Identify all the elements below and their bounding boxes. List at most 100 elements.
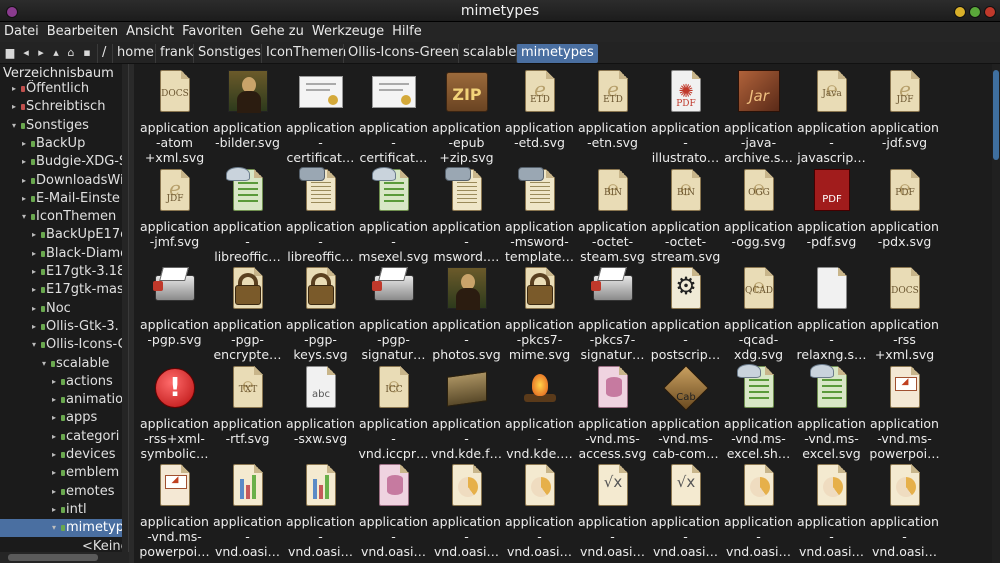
tree-item[interactable]: ▸ devices <box>0 446 128 464</box>
menu-item-ansicht[interactable]: Ansicht <box>122 22 178 39</box>
file-item[interactable]: application - vnd.oasi… <box>211 458 284 559</box>
tree-item[interactable]: ▸ animatio <box>0 391 128 409</box>
file-item[interactable]: ✺ PDF application - illustrato… <box>649 64 722 165</box>
expander-open-icon[interactable]: ▾ <box>22 212 30 221</box>
breadcrumb-item[interactable]: frank <box>155 44 198 63</box>
file-item[interactable]: application - photos.svg <box>430 261 503 362</box>
file-item[interactable]: Cab application -vnd.ms- cab-com… <box>649 360 722 461</box>
file-item[interactable]: e JDF application -jdf.svg <box>868 64 941 162</box>
expander-closed-icon[interactable]: ▸ <box>22 139 30 148</box>
file-item[interactable]: ℮ QCAD application -qcad- xdg.svg <box>722 261 795 362</box>
breadcrumb-item[interactable]: Ollis-Icons-Green <box>343 44 463 63</box>
file-item[interactable]: application - libreoffic… <box>211 163 284 264</box>
file-item[interactable]: ℮ PDF application -pdx.svg <box>868 163 941 261</box>
tree-item[interactable]: ▾ scalable <box>0 355 128 373</box>
file-item[interactable]: PDF application -pdf.svg <box>795 163 868 261</box>
expander-closed-icon[interactable]: ▸ <box>52 468 60 477</box>
file-item[interactable]: application -pgp.svg <box>138 261 211 359</box>
expander-open-icon[interactable]: ▾ <box>42 359 50 368</box>
breadcrumb-item[interactable]: scalable <box>458 44 520 63</box>
folder-icon[interactable]: ▆ <box>3 46 17 60</box>
directory-tree[interactable]: Verzeichnisbaum ▸ Öffentlich ▸ Schreibtisch… <box>0 64 129 563</box>
file-item[interactable]: √x application - vnd.oasi… <box>576 458 649 559</box>
file-item[interactable]: application -vnd.ms- access.svg <box>576 360 649 461</box>
file-item[interactable]: application -pkcs7- mime.svg <box>503 261 576 362</box>
menu-item-hilfe[interactable]: Hilfe <box>388 22 426 39</box>
tree-item[interactable]: ▸ emblem <box>0 464 128 482</box>
tree-item[interactable]: ▸ actions <box>0 373 128 391</box>
expander-closed-icon[interactable]: ▸ <box>22 157 30 166</box>
expander-closed-icon[interactable]: ▸ <box>22 194 30 203</box>
minimize-button[interactable] <box>954 6 966 18</box>
menu-item-werkzeuge[interactable]: Werkzeuge <box>308 22 388 39</box>
tree-scrollbar[interactable] <box>122 64 128 554</box>
file-item[interactable]: application - vnd.oasi… <box>430 458 503 559</box>
file-item[interactable]: application -msword- template… <box>503 163 576 264</box>
tree-item[interactable]: ▸ Budgie-XDG-S <box>0 153 128 171</box>
file-item[interactable]: application -pgp- encrypte… <box>211 261 284 362</box>
breadcrumb-item[interactable]: home <box>112 44 158 63</box>
tree-item[interactable]: ▸ intl <box>0 501 128 519</box>
file-item[interactable]: application -vnd.ms- excel.sh… <box>722 360 795 461</box>
expander-closed-icon[interactable]: ▸ <box>12 102 20 111</box>
file-item[interactable]: ! application -rss+xml- symbolic… <box>138 360 211 461</box>
file-item[interactable]: application - vnd.oasi… <box>503 458 576 559</box>
file-item[interactable]: ℮ BIN application -octet- steam.svg <box>576 163 649 264</box>
tree-item[interactable]: ▸ Öffentlich <box>0 80 128 98</box>
file-item[interactable]: e ETD application -etn.svg <box>576 64 649 162</box>
file-item[interactable]: e JDF application -jmf.svg <box>138 163 211 261</box>
file-item[interactable]: ⚙ application - postscrip… <box>649 261 722 362</box>
menu-item-datei[interactable]: Datei <box>0 22 43 39</box>
expander-open-icon[interactable]: ▾ <box>52 523 60 532</box>
expander-open-icon[interactable]: ▾ <box>32 340 40 349</box>
tree-item[interactable]: ▸ E17gtk-mas <box>0 281 128 299</box>
breadcrumb-item[interactable]: IconThemen <box>261 44 350 63</box>
file-item[interactable]: application - msexel.svg <box>357 163 430 264</box>
file-item[interactable]: application - certificat… <box>284 64 357 165</box>
expander-closed-icon[interactable]: ▸ <box>32 304 40 313</box>
tree-item[interactable]: ▸ apps <box>0 409 128 427</box>
edit-path-icon[interactable]: ▪ <box>80 46 94 60</box>
file-item[interactable]: abc application -sxw.svg <box>284 360 357 458</box>
tree-item[interactable]: ▸ BackUpE17c <box>0 226 128 244</box>
file-item[interactable]: √x application - vnd.oasi… <box>649 458 722 559</box>
tree-item[interactable]: ▸ Schreibtisch <box>0 98 128 116</box>
expander-closed-icon[interactable]: ▸ <box>12 84 20 93</box>
expander-closed-icon[interactable]: ▸ <box>32 249 40 258</box>
file-item[interactable]: application -pgp- keys.svg <box>284 261 357 362</box>
expander-closed-icon[interactable]: ▸ <box>52 432 60 441</box>
maximize-button[interactable] <box>969 6 981 18</box>
title-bar[interactable]: mimetypes <box>0 0 1000 22</box>
tree-item[interactable]: ▸ emotes <box>0 483 128 501</box>
file-item[interactable]: application - vnd.oasi… <box>722 458 795 559</box>
close-button[interactable] <box>984 6 996 18</box>
file-item[interactable]: ℮ BIN application -octet- stream.svg <box>649 163 722 264</box>
breadcrumb-item[interactable]: mimetypes <box>516 44 598 63</box>
file-item[interactable]: application - vnd.oasi… <box>795 458 868 559</box>
file-view-scrollbar[interactable] <box>992 64 1000 563</box>
file-item[interactable]: Jar application -java- archive.s… <box>722 64 795 165</box>
expander-closed-icon[interactable]: ▸ <box>52 377 60 386</box>
file-item[interactable]: application - certificat… <box>357 64 430 165</box>
file-item[interactable]: ◢ application -vnd.ms- powerpoi… <box>138 458 211 559</box>
scroll-thumb[interactable] <box>8 554 98 561</box>
tree-item[interactable]: ▸ DownloadsWi <box>0 172 128 190</box>
file-item[interactable]: ℮ TXT application -rtf.svg <box>211 360 284 458</box>
tree-item[interactable]: ▸ E-Mail-Einste <box>0 190 128 208</box>
expander-open-icon[interactable]: ▾ <box>12 121 20 130</box>
tree-item[interactable]: ▸ Ollis-Gtk-3. <box>0 318 128 336</box>
expander-closed-icon[interactable]: ▸ <box>22 176 30 185</box>
expander-closed-icon[interactable]: ▸ <box>52 505 60 514</box>
file-item[interactable]: application - vnd.oasi… <box>357 458 430 559</box>
file-item[interactable]: ZIP application -epub +zip.svg <box>430 64 503 165</box>
menu-item-favoriten[interactable]: Favoriten <box>178 22 246 39</box>
expander-closed-icon[interactable]: ▸ <box>32 230 40 239</box>
file-icon-view[interactable]: DOCS application -atom +xml.svg applicatio… <box>134 64 992 563</box>
expander-closed-icon[interactable]: ▸ <box>52 450 60 459</box>
file-item[interactable]: application - vnd.kde.f… <box>430 360 503 461</box>
file-item[interactable]: application - vnd.oasi… <box>868 458 941 559</box>
tree-item[interactable]: ▸ BackUp <box>0 135 128 153</box>
tree-item[interactable]: ▸ Black-Diamo <box>0 245 128 263</box>
breadcrumb-item[interactable]: / <box>97 44 110 63</box>
file-item[interactable]: application - vnd.kde.… <box>503 360 576 461</box>
